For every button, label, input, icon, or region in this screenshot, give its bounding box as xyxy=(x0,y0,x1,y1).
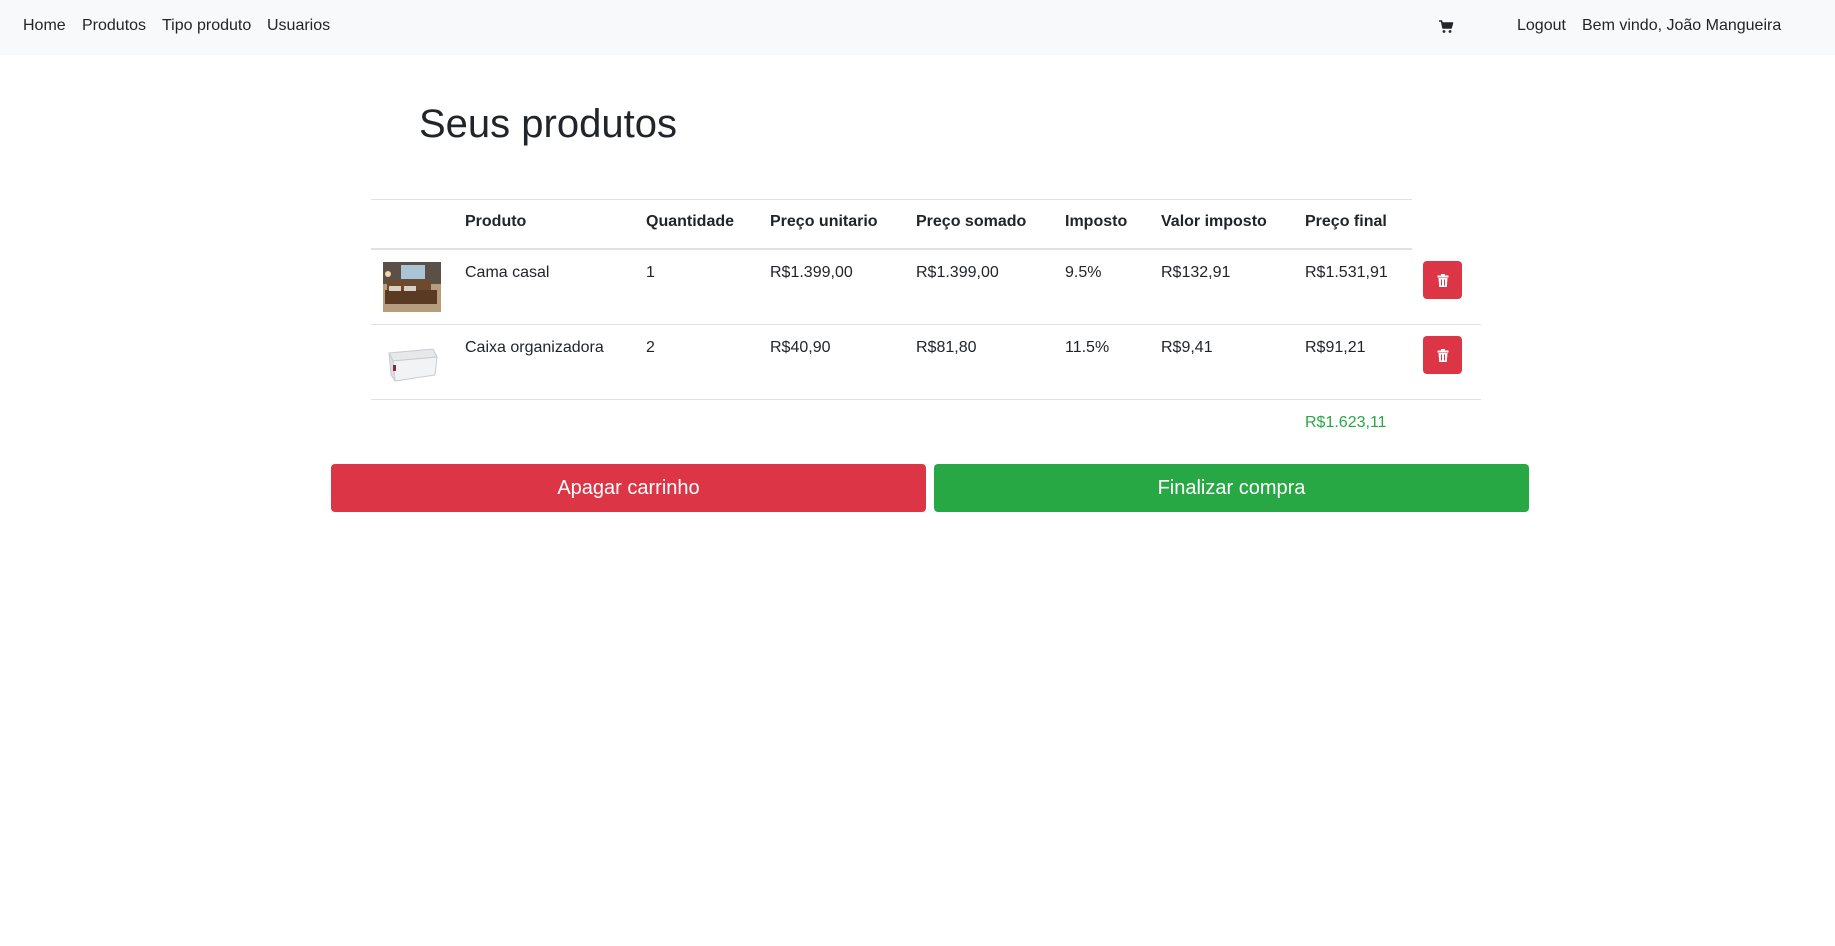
clear-cart-button[interactable]: Apagar carrinho xyxy=(331,464,926,512)
row-imposto: 11.5% xyxy=(1065,339,1110,356)
row-preco-somado: R$81,80 xyxy=(916,339,977,356)
header-quantidade: Quantidade xyxy=(646,213,735,230)
row-preco-final: R$1.531,91 xyxy=(1305,264,1388,281)
trash-icon xyxy=(1437,348,1448,362)
cart-icon[interactable] xyxy=(1438,19,1454,35)
row-divider xyxy=(371,324,1481,325)
navbar: Home Produtos Tipo produto Usuarios Logo… xyxy=(0,0,1835,55)
row-preco-unitario: R$40,90 xyxy=(770,339,831,356)
welcome-user-text: Bem vindo, João Mangueira xyxy=(1582,17,1782,34)
row-preco-final: R$91,21 xyxy=(1305,339,1366,356)
row-quantidade: 2 xyxy=(646,339,655,356)
header-bottom-border xyxy=(371,248,1412,250)
header-preco-final: Preço final xyxy=(1305,213,1387,230)
row-preco-unitario: R$1.399,00 xyxy=(770,264,853,281)
cart-total: R$1.623,11 xyxy=(1305,414,1387,431)
header-imposto: Imposto xyxy=(1065,213,1128,230)
nav-home-link[interactable]: Home xyxy=(23,17,66,35)
row-divider xyxy=(371,399,1481,400)
row-valor-imposto: R$132,91 xyxy=(1161,264,1231,281)
page-title: Seus produtos xyxy=(419,102,677,146)
nav-usuarios-link[interactable]: Usuarios xyxy=(267,17,330,35)
table-top-border xyxy=(371,199,1412,200)
header-preco-somado: Preço somado xyxy=(916,213,1027,230)
logout-link[interactable]: Logout xyxy=(1517,17,1566,35)
row-valor-imposto: R$9,41 xyxy=(1161,339,1213,356)
storage-box-thumbnail xyxy=(383,337,441,387)
bed-thumbnail xyxy=(383,262,441,312)
delete-item-button[interactable] xyxy=(1423,261,1462,299)
row-imposto: 9.5% xyxy=(1065,264,1102,281)
row-produto: Caixa organizadora xyxy=(465,339,604,356)
nav-produtos-link[interactable]: Produtos xyxy=(82,17,146,35)
row-quantidade: 1 xyxy=(646,264,655,281)
delete-item-button[interactable] xyxy=(1423,336,1462,374)
header-valor-imposto: Valor imposto xyxy=(1161,213,1267,230)
header-produto: Produto xyxy=(465,213,527,230)
row-preco-somado: R$1.399,00 xyxy=(916,264,999,281)
trash-icon xyxy=(1437,273,1448,287)
checkout-button[interactable]: Finalizar compra xyxy=(934,464,1529,512)
nav-tipo-produto-link[interactable]: Tipo produto xyxy=(162,17,251,35)
row-produto: Cama casal xyxy=(465,264,550,281)
header-preco-unitario: Preço unitario xyxy=(770,213,878,230)
